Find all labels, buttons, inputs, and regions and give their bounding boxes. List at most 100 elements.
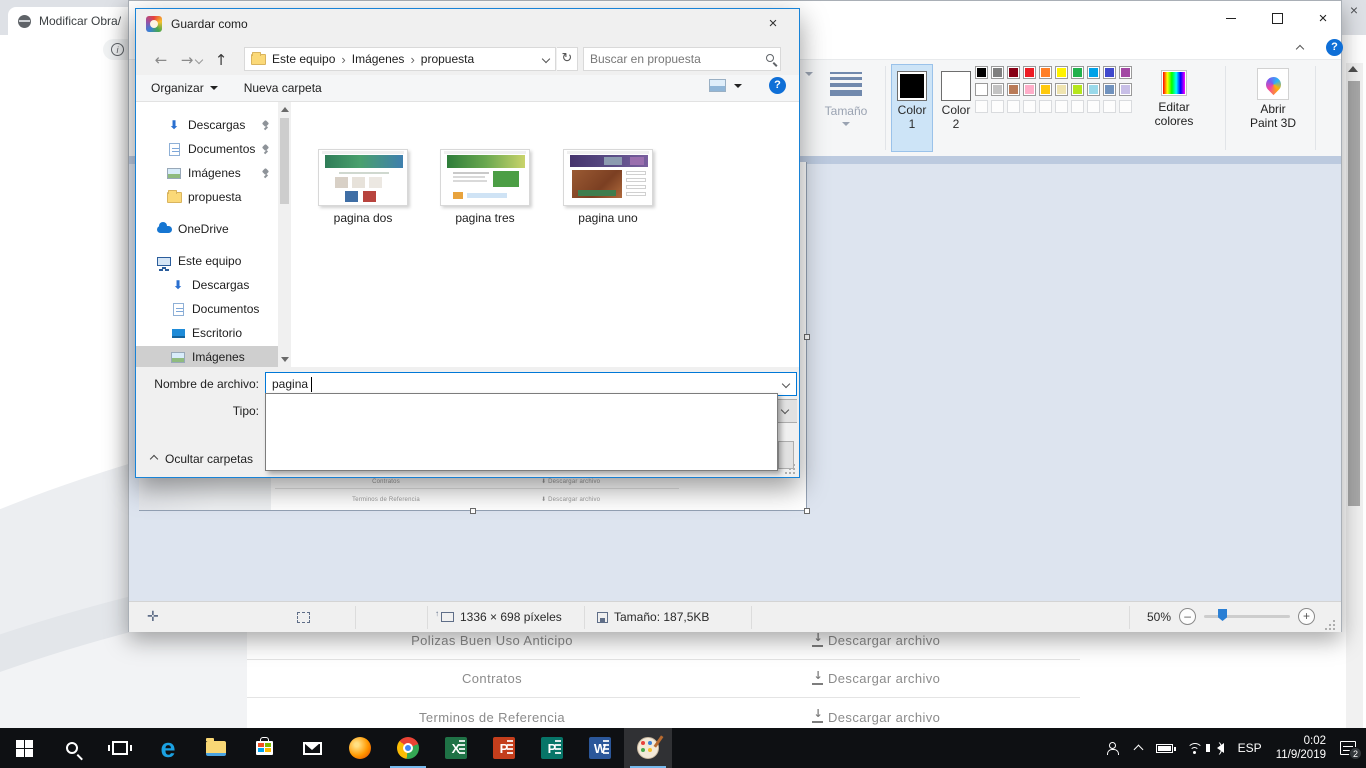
zoom-slider[interactable] (1204, 615, 1290, 618)
language-indicator[interactable]: ESP (1238, 741, 1262, 755)
search-box[interactable] (583, 47, 781, 71)
palette-color-swatch[interactable] (1023, 66, 1036, 79)
palette-empty-slot[interactable] (1039, 100, 1052, 113)
palette-color-swatch[interactable] (975, 83, 988, 96)
palette-color-swatch[interactable] (1103, 83, 1116, 96)
action-center-icon[interactable]: 2 (1340, 741, 1356, 755)
taskbar-mail-icon[interactable] (288, 728, 336, 768)
nav-item-imagenes-pinned[interactable]: Imágenes (136, 162, 278, 184)
file-pagina-uno[interactable]: pagina uno (548, 149, 668, 225)
size-button[interactable]: Tamaño (809, 64, 883, 154)
nav-item-documentos-pinned[interactable]: Documentos (136, 138, 278, 160)
color1-button[interactable]: Color 1 (891, 64, 933, 152)
palette-empty-slot[interactable] (1119, 100, 1132, 113)
scrollbar-thumb[interactable] (1348, 81, 1360, 506)
scroll-thumb[interactable] (280, 118, 289, 204)
file-pagina-dos[interactable]: pagina dos (303, 149, 423, 225)
palette-color-swatch[interactable] (1071, 83, 1084, 96)
palette-empty-slot[interactable] (1087, 100, 1100, 113)
views-button[interactable] (709, 79, 742, 92)
taskbar-powerpoint-icon[interactable]: P (480, 728, 528, 768)
palette-empty-slot[interactable] (1103, 100, 1116, 113)
edit-colors-button[interactable]: Editar colores (1141, 64, 1207, 128)
taskbar-firefox-icon[interactable] (336, 728, 384, 768)
palette-empty-slot[interactable] (1071, 100, 1084, 113)
new-folder-button[interactable]: Nueva carpeta (244, 81, 322, 95)
nav-item-descargas-pinned[interactable]: ⬇ Descargas (136, 114, 278, 136)
dialog-titlebar[interactable]: Guardar como (136, 9, 799, 39)
palette-empty-slot[interactable] (1023, 100, 1036, 113)
palette-color-swatch[interactable] (1007, 83, 1020, 96)
dialog-close-icon[interactable]: × (755, 13, 791, 35)
taskbar-file-explorer-icon[interactable] (192, 728, 240, 768)
palette-color-swatch[interactable] (991, 83, 1004, 96)
taskbar-store-icon[interactable] (240, 728, 288, 768)
taskbar-start-icon[interactable] (0, 728, 48, 768)
palette-color-swatch[interactable] (1071, 66, 1084, 79)
zoom-slider-thumb[interactable] (1218, 609, 1227, 621)
taskbar-excel-icon[interactable]: X (432, 728, 480, 768)
palette-color-swatch[interactable] (1119, 83, 1132, 96)
hide-folders-button[interactable]: Ocultar carpetas (151, 452, 253, 466)
resize-grip[interactable] (1325, 620, 1335, 630)
palette-color-swatch[interactable] (1087, 83, 1100, 96)
search-input[interactable] (590, 49, 760, 69)
breadcrumb-this-pc[interactable]: Este equipo (272, 52, 335, 66)
maximize-button[interactable] (1260, 7, 1294, 29)
palette-color-swatch[interactable] (1119, 66, 1132, 79)
battery-icon[interactable] (1156, 744, 1173, 753)
clock[interactable]: 0:02 11/9/2019 (1276, 734, 1326, 762)
nav-item-imagenes[interactable]: Imágenes (136, 346, 278, 367)
open-paint3d-button[interactable]: Abrir Paint 3D (1241, 64, 1305, 130)
nav-item-este-equipo[interactable]: Este equipo (136, 250, 278, 272)
zoom-in-button[interactable]: + (1298, 608, 1315, 625)
scrollbar-up-icon[interactable] (1348, 66, 1358, 72)
close-button[interactable]: × (1306, 7, 1340, 29)
filename-dropdown-icon[interactable] (782, 380, 790, 388)
scroll-up-icon[interactable] (281, 107, 289, 112)
dialog-help-icon[interactable]: ? (769, 77, 786, 94)
palette-color-swatch[interactable] (1023, 83, 1036, 96)
breadcrumb[interactable]: Este equipo › Imágenes › propuesta (244, 47, 556, 71)
palette-color-swatch[interactable] (1055, 83, 1068, 96)
file-pagina-tres[interactable]: pagina tres (425, 149, 545, 225)
taskbar-task-view-icon[interactable] (96, 728, 144, 768)
palette-empty-slot[interactable] (1007, 100, 1020, 113)
nav-item-documentos[interactable]: Documentos (136, 298, 278, 320)
page-info-icon[interactable]: i (111, 43, 124, 56)
palette-color-swatch[interactable] (1007, 66, 1020, 79)
download-link[interactable]: Descargar archivo (812, 633, 940, 648)
palette-empty-slot[interactable] (1055, 100, 1068, 113)
taskbar-search-icon[interactable] (48, 728, 96, 768)
collapse-ribbon-icon[interactable] (1297, 41, 1321, 57)
browser-scrollbar[interactable] (1346, 63, 1363, 728)
breadcrumb-propuesta[interactable]: propuesta (421, 52, 474, 66)
taskbar-paint-icon[interactable] (624, 728, 672, 768)
back-icon[interactable]: ← (148, 51, 174, 69)
browser-close-icon[interactable]: × (1346, 2, 1362, 18)
people-icon[interactable] (1109, 742, 1121, 754)
nav-item-propuesta[interactable]: propuesta (136, 186, 278, 208)
hidden-icons-chevron[interactable] (1133, 745, 1143, 755)
taskbar-chrome-icon[interactable] (384, 728, 432, 768)
scroll-down-icon[interactable] (281, 357, 289, 362)
canvas-resize-handle-corner[interactable] (804, 508, 810, 514)
paint-help-icon[interactable]: ? (1326, 39, 1343, 56)
breadcrumb-dropdown-icon[interactable] (542, 55, 550, 63)
palette-color-swatch[interactable] (991, 66, 1004, 79)
up-icon[interactable]: ↑ (208, 51, 234, 69)
palette-color-swatch[interactable] (1039, 83, 1052, 96)
palette-color-swatch[interactable] (1087, 66, 1100, 79)
palette-color-swatch[interactable] (1055, 66, 1068, 79)
download-link[interactable]: Descargar archivo (812, 671, 940, 686)
breadcrumb-images[interactable]: Imágenes (352, 52, 405, 66)
zoom-out-button[interactable]: – (1179, 608, 1196, 625)
taskbar-publisher-icon[interactable]: P (528, 728, 576, 768)
nav-item-onedrive[interactable]: OneDrive (136, 218, 278, 240)
canvas-resize-handle-bottom[interactable] (470, 508, 476, 514)
refresh-icon[interactable]: ↻ (557, 47, 578, 71)
autocomplete-dropdown[interactable] (265, 393, 778, 471)
palette-color-swatch[interactable] (1039, 66, 1052, 79)
canvas-resize-handle-right[interactable] (804, 334, 810, 340)
nav-item-descargas[interactable]: ⬇ Descargas (136, 274, 278, 296)
